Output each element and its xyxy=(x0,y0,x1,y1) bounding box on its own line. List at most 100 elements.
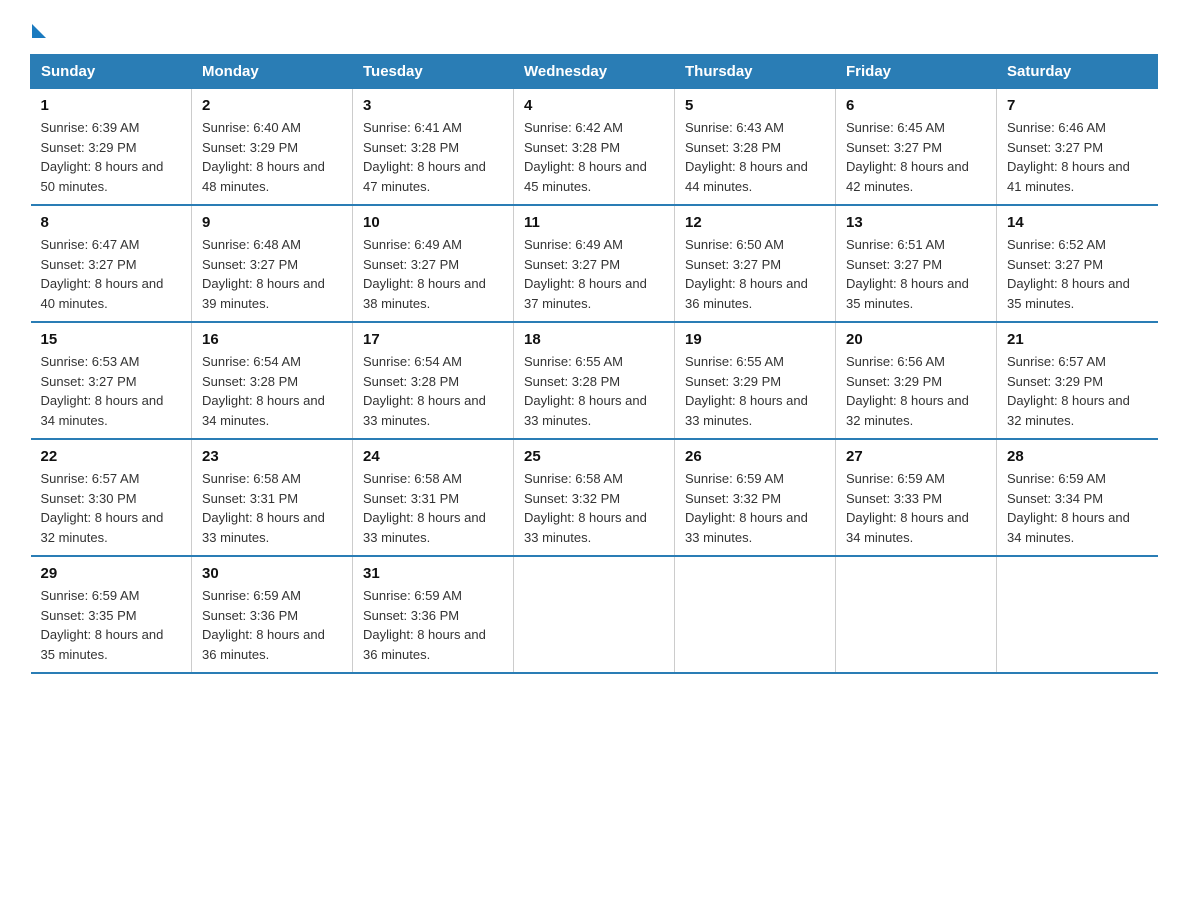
calendar-week-row: 8 Sunrise: 6:47 AM Sunset: 3:27 PM Dayli… xyxy=(31,205,1158,322)
daylight-label: Daylight: 8 hours and 37 minutes. xyxy=(524,276,647,311)
sunrise-label: Sunrise: 6:48 AM xyxy=(202,237,301,252)
daylight-label: Daylight: 8 hours and 32 minutes. xyxy=(846,393,969,428)
sunrise-label: Sunrise: 6:43 AM xyxy=(685,120,784,135)
sunrise-label: Sunrise: 6:50 AM xyxy=(685,237,784,252)
page-header xyxy=(30,20,1158,38)
sunrise-label: Sunrise: 6:58 AM xyxy=(202,471,301,486)
sunset-label: Sunset: 3:27 PM xyxy=(363,257,459,272)
sunset-label: Sunset: 3:35 PM xyxy=(41,608,137,623)
calendar-week-row: 22 Sunrise: 6:57 AM Sunset: 3:30 PM Dayl… xyxy=(31,439,1158,556)
daylight-label: Daylight: 8 hours and 48 minutes. xyxy=(202,159,325,194)
day-number: 3 xyxy=(363,97,503,114)
sunrise-label: Sunrise: 6:56 AM xyxy=(846,354,945,369)
sunrise-label: Sunrise: 6:59 AM xyxy=(685,471,784,486)
sunset-label: Sunset: 3:27 PM xyxy=(202,257,298,272)
calendar-cell: 17 Sunrise: 6:54 AM Sunset: 3:28 PM Dayl… xyxy=(353,322,514,439)
day-number: 29 xyxy=(41,565,182,582)
calendar-week-row: 15 Sunrise: 6:53 AM Sunset: 3:27 PM Dayl… xyxy=(31,322,1158,439)
calendar-cell: 11 Sunrise: 6:49 AM Sunset: 3:27 PM Dayl… xyxy=(514,205,675,322)
calendar-cell: 5 Sunrise: 6:43 AM Sunset: 3:28 PM Dayli… xyxy=(675,89,836,206)
calendar-week-row: 29 Sunrise: 6:59 AM Sunset: 3:35 PM Dayl… xyxy=(31,556,1158,673)
sunset-label: Sunset: 3:31 PM xyxy=(363,491,459,506)
daylight-label: Daylight: 8 hours and 33 minutes. xyxy=(202,510,325,545)
sunset-label: Sunset: 3:32 PM xyxy=(524,491,620,506)
sunset-label: Sunset: 3:36 PM xyxy=(363,608,459,623)
day-number: 5 xyxy=(685,97,825,114)
daylight-label: Daylight: 8 hours and 42 minutes. xyxy=(846,159,969,194)
sunset-label: Sunset: 3:27 PM xyxy=(685,257,781,272)
day-info: Sunrise: 6:55 AM Sunset: 3:29 PM Dayligh… xyxy=(685,352,825,430)
daylight-label: Daylight: 8 hours and 38 minutes. xyxy=(363,276,486,311)
sunset-label: Sunset: 3:29 PM xyxy=(1007,374,1103,389)
daylight-label: Daylight: 8 hours and 47 minutes. xyxy=(363,159,486,194)
header-thursday: Thursday xyxy=(675,55,836,89)
daylight-label: Daylight: 8 hours and 39 minutes. xyxy=(202,276,325,311)
day-number: 22 xyxy=(41,448,182,465)
sunset-label: Sunset: 3:34 PM xyxy=(1007,491,1103,506)
calendar-cell: 24 Sunrise: 6:58 AM Sunset: 3:31 PM Dayl… xyxy=(353,439,514,556)
day-number: 21 xyxy=(1007,331,1148,348)
sunrise-label: Sunrise: 6:57 AM xyxy=(1007,354,1106,369)
calendar-cell: 14 Sunrise: 6:52 AM Sunset: 3:27 PM Dayl… xyxy=(997,205,1158,322)
day-number: 7 xyxy=(1007,97,1148,114)
day-number: 6 xyxy=(846,97,986,114)
sunrise-label: Sunrise: 6:47 AM xyxy=(41,237,140,252)
calendar-cell xyxy=(514,556,675,673)
sunset-label: Sunset: 3:30 PM xyxy=(41,491,137,506)
calendar-cell: 31 Sunrise: 6:59 AM Sunset: 3:36 PM Dayl… xyxy=(353,556,514,673)
sunset-label: Sunset: 3:28 PM xyxy=(524,374,620,389)
day-info: Sunrise: 6:39 AM Sunset: 3:29 PM Dayligh… xyxy=(41,118,182,196)
day-number: 27 xyxy=(846,448,986,465)
calendar-cell: 15 Sunrise: 6:53 AM Sunset: 3:27 PM Dayl… xyxy=(31,322,192,439)
day-info: Sunrise: 6:51 AM Sunset: 3:27 PM Dayligh… xyxy=(846,235,986,313)
daylight-label: Daylight: 8 hours and 34 minutes. xyxy=(846,510,969,545)
day-info: Sunrise: 6:40 AM Sunset: 3:29 PM Dayligh… xyxy=(202,118,342,196)
daylight-label: Daylight: 8 hours and 35 minutes. xyxy=(846,276,969,311)
calendar-cell: 23 Sunrise: 6:58 AM Sunset: 3:31 PM Dayl… xyxy=(192,439,353,556)
sunset-label: Sunset: 3:27 PM xyxy=(41,374,137,389)
sunrise-label: Sunrise: 6:59 AM xyxy=(41,588,140,603)
day-info: Sunrise: 6:59 AM Sunset: 3:33 PM Dayligh… xyxy=(846,469,986,547)
day-number: 11 xyxy=(524,214,664,231)
sunrise-label: Sunrise: 6:42 AM xyxy=(524,120,623,135)
daylight-label: Daylight: 8 hours and 32 minutes. xyxy=(1007,393,1130,428)
day-info: Sunrise: 6:45 AM Sunset: 3:27 PM Dayligh… xyxy=(846,118,986,196)
day-info: Sunrise: 6:43 AM Sunset: 3:28 PM Dayligh… xyxy=(685,118,825,196)
sunset-label: Sunset: 3:33 PM xyxy=(846,491,942,506)
day-info: Sunrise: 6:59 AM Sunset: 3:35 PM Dayligh… xyxy=(41,586,182,664)
header-sunday: Sunday xyxy=(31,55,192,89)
day-number: 18 xyxy=(524,331,664,348)
daylight-label: Daylight: 8 hours and 32 minutes. xyxy=(41,510,164,545)
daylight-label: Daylight: 8 hours and 35 minutes. xyxy=(41,627,164,662)
sunset-label: Sunset: 3:28 PM xyxy=(363,140,459,155)
sunset-label: Sunset: 3:27 PM xyxy=(1007,140,1103,155)
day-number: 20 xyxy=(846,331,986,348)
day-info: Sunrise: 6:58 AM Sunset: 3:32 PM Dayligh… xyxy=(524,469,664,547)
sunset-label: Sunset: 3:27 PM xyxy=(846,257,942,272)
day-number: 26 xyxy=(685,448,825,465)
daylight-label: Daylight: 8 hours and 33 minutes. xyxy=(363,510,486,545)
day-number: 19 xyxy=(685,331,825,348)
daylight-label: Daylight: 8 hours and 33 minutes. xyxy=(524,393,647,428)
calendar-cell: 10 Sunrise: 6:49 AM Sunset: 3:27 PM Dayl… xyxy=(353,205,514,322)
day-info: Sunrise: 6:49 AM Sunset: 3:27 PM Dayligh… xyxy=(363,235,503,313)
header-saturday: Saturday xyxy=(997,55,1158,89)
day-number: 13 xyxy=(846,214,986,231)
sunset-label: Sunset: 3:27 PM xyxy=(846,140,942,155)
day-info: Sunrise: 6:57 AM Sunset: 3:30 PM Dayligh… xyxy=(41,469,182,547)
header-wednesday: Wednesday xyxy=(514,55,675,89)
calendar-cell: 2 Sunrise: 6:40 AM Sunset: 3:29 PM Dayli… xyxy=(192,89,353,206)
sunset-label: Sunset: 3:28 PM xyxy=(685,140,781,155)
calendar-cell: 13 Sunrise: 6:51 AM Sunset: 3:27 PM Dayl… xyxy=(836,205,997,322)
day-info: Sunrise: 6:55 AM Sunset: 3:28 PM Dayligh… xyxy=(524,352,664,430)
day-number: 17 xyxy=(363,331,503,348)
header-tuesday: Tuesday xyxy=(353,55,514,89)
day-info: Sunrise: 6:58 AM Sunset: 3:31 PM Dayligh… xyxy=(363,469,503,547)
day-number: 28 xyxy=(1007,448,1148,465)
day-info: Sunrise: 6:57 AM Sunset: 3:29 PM Dayligh… xyxy=(1007,352,1148,430)
sunrise-label: Sunrise: 6:55 AM xyxy=(685,354,784,369)
sunrise-label: Sunrise: 6:59 AM xyxy=(363,588,462,603)
sunrise-label: Sunrise: 6:59 AM xyxy=(1007,471,1106,486)
daylight-label: Daylight: 8 hours and 33 minutes. xyxy=(685,393,808,428)
sunset-label: Sunset: 3:28 PM xyxy=(202,374,298,389)
